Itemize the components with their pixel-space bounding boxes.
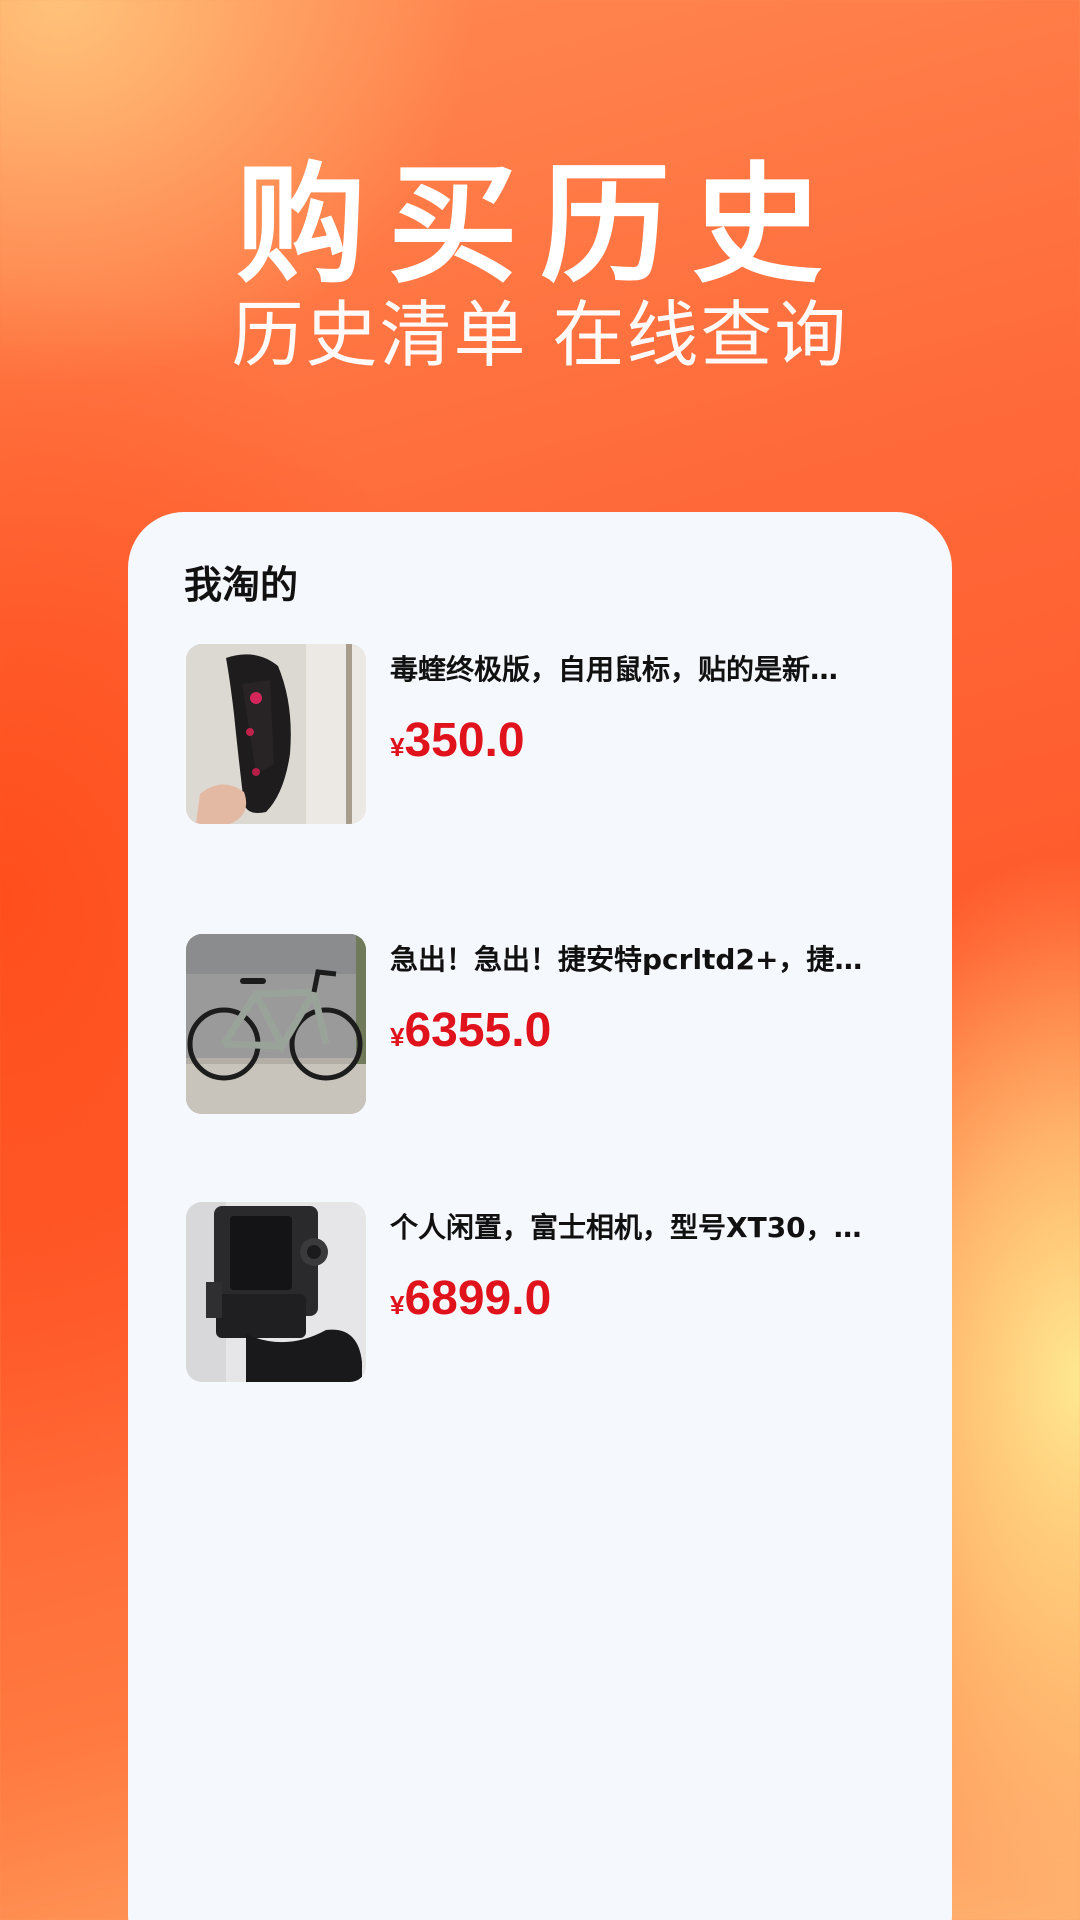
price-amount: 6899.0 (404, 1272, 552, 1325)
page-title: 购买历史 (235, 149, 844, 301)
price-amount: 6355.0 (404, 1004, 552, 1057)
purchase-list-card: 我淘的 毒蝰终极版，自用鼠标，贴的是新… ¥350.0 急出！急出！捷安特pcr… (128, 512, 952, 1920)
mouse-photo-image (186, 644, 366, 824)
product-name[interactable]: 急出！急出！捷安特pcrltd2+，捷… (390, 936, 910, 984)
product-price: ¥6355.0 (390, 996, 551, 1077)
product-price: ¥350.0 (390, 706, 525, 787)
product-thumbnail-mouse[interactable] (186, 644, 366, 824)
product-item-camera[interactable]: 个人闲置，富士相机，型号XT30，… ¥6899.0 (186, 1202, 916, 1382)
bicycle-photo-image (186, 934, 366, 1114)
currency-symbol: ¥ (390, 1290, 405, 1320)
product-thumbnail-camera[interactable] (186, 1202, 366, 1382)
price-amount: 350.0 (404, 714, 525, 767)
product-name[interactable]: 毒蝰终极版，自用鼠标，贴的是新… (390, 646, 910, 694)
product-name[interactable]: 个人闲置，富士相机，型号XT30，… (390, 1204, 910, 1252)
currency-symbol: ¥ (390, 732, 405, 762)
page-subtitle: 历史清单 在线查询 (231, 293, 849, 377)
product-item-bicycle[interactable]: 急出！急出！捷安特pcrltd2+，捷… ¥6355.0 (186, 934, 916, 1114)
product-item-mouse[interactable]: 毒蝰终极版，自用鼠标，贴的是新… ¥350.0 (186, 644, 916, 824)
currency-symbol: ¥ (390, 1022, 405, 1052)
camera-photo-image (186, 1202, 366, 1382)
card-title: 我淘的 (184, 563, 299, 607)
product-price: ¥6899.0 (390, 1264, 551, 1345)
product-thumbnail-bicycle[interactable] (186, 934, 366, 1114)
